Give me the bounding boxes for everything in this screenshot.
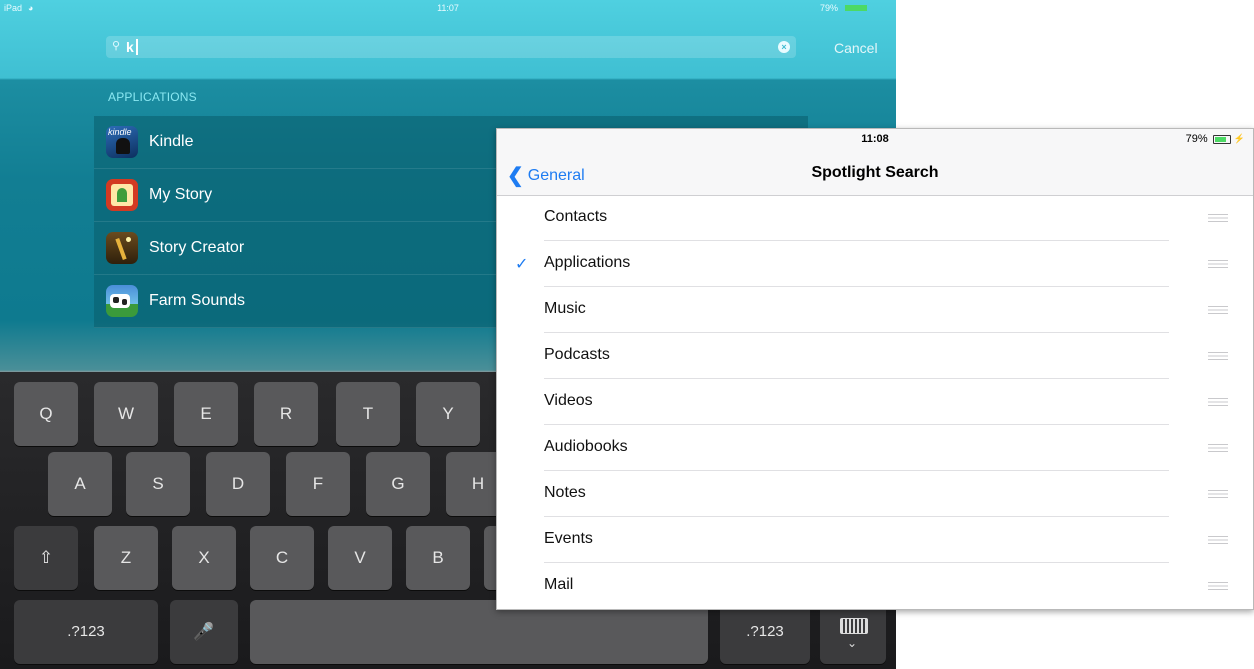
microphone-icon: 🎤 [193,622,215,641]
text-caret [136,39,138,55]
result-label: Kindle [149,133,194,150]
navigation-bar: 11:08 79% ⚡ ❮ General Spotlight Search [497,129,1253,196]
list-item-label: Videos [544,392,593,409]
shift-icon: ⇧ [38,548,54,567]
status-time: 11:07 [437,3,459,13]
key-t[interactable]: T [336,382,400,446]
list-item-label: Podcasts [544,346,610,363]
result-label: My Story [149,186,213,203]
key-x[interactable]: X [172,526,236,590]
status-time: 11:08 [861,133,889,145]
list-item-videos[interactable]: Videos [497,379,1253,425]
search-query: k [126,39,134,55]
search-categories-list: Contacts ✓ Applications Music Podcasts V… [497,195,1253,609]
list-item-label: Events [544,530,593,547]
key-s[interactable]: S [126,452,190,516]
search-icon: ⚲ [112,40,121,52]
list-item-label: Applications [544,254,631,271]
list-item-mail[interactable]: Mail [497,563,1253,609]
list-item-label: Notes [544,484,586,501]
list-item-audiobooks[interactable]: Audiobooks [497,425,1253,471]
list-item-label: Mail [544,576,574,593]
reorder-handle-icon[interactable] [1208,582,1228,590]
reorder-handle-icon[interactable] [1208,306,1228,314]
result-label: Farm Sounds [149,292,246,309]
list-item-events[interactable]: Events [497,517,1253,563]
list-item-notes[interactable]: Notes [497,471,1253,517]
key-y[interactable]: Y [416,382,480,446]
key-v[interactable]: V [328,526,392,590]
list-item-podcasts[interactable]: Podcasts [497,333,1253,379]
story-creator-app-icon [106,232,138,264]
key-f[interactable]: F [286,452,350,516]
reorder-handle-icon[interactable] [1208,398,1228,406]
key-w[interactable]: W [94,382,158,446]
key-g[interactable]: G [366,452,430,516]
battery-icon [1212,134,1231,144]
list-item-contacts[interactable]: Contacts [497,195,1253,241]
reorder-handle-icon[interactable] [1208,260,1228,268]
section-header: APPLICATIONS [108,90,197,104]
list-item-music[interactable]: Music [497,287,1253,333]
reorder-handle-icon[interactable] [1208,490,1228,498]
key-z[interactable]: Z [94,526,158,590]
key-d[interactable]: D [206,452,270,516]
charging-icon: ⚡ [1233,133,1245,144]
key-b[interactable]: B [406,526,470,590]
numbers-key-left[interactable]: .?123 [14,600,158,664]
status-battery: 79% ⚡ [1186,133,1245,145]
battery-icon [845,5,867,11]
key-r[interactable]: R [254,382,318,446]
checkmark-icon: ✓ [515,256,529,273]
my-story-app-icon [106,179,138,211]
key-e[interactable]: E [174,382,238,446]
result-label: Story Creator [149,239,245,256]
page-title: Spotlight Search [811,164,939,181]
list-item-applications[interactable]: ✓ Applications [497,241,1253,287]
reorder-handle-icon[interactable] [1208,536,1228,544]
clear-search-icon[interactable]: × [778,41,790,53]
reorder-handle-icon[interactable] [1208,214,1228,222]
kindle-app-icon: kindle [106,126,138,158]
shift-key[interactable]: ⇧ [14,526,78,590]
spotlight-search-settings: 11:08 79% ⚡ ❮ General Spotlight Search Co… [496,128,1254,610]
key-c[interactable]: C [250,526,314,590]
key-a[interactable]: A [48,452,112,516]
farm-sounds-app-icon [106,285,138,317]
dictation-key[interactable]: 🎤 [170,600,238,664]
list-item-label: Music [544,300,586,317]
battery-percent: 79% [1185,133,1208,145]
keyboard-dismiss-icon [840,618,868,634]
status-battery: 79% [820,3,839,13]
list-item-label: Contacts [544,208,608,225]
cancel-button[interactable]: Cancel [834,40,878,56]
reorder-handle-icon[interactable] [1208,444,1228,452]
spotlight-search-input[interactable]: ⚲ k × [106,36,796,58]
reorder-handle-icon[interactable] [1208,352,1228,360]
key-q[interactable]: Q [14,382,78,446]
list-item-label: Audiobooks [544,438,628,455]
